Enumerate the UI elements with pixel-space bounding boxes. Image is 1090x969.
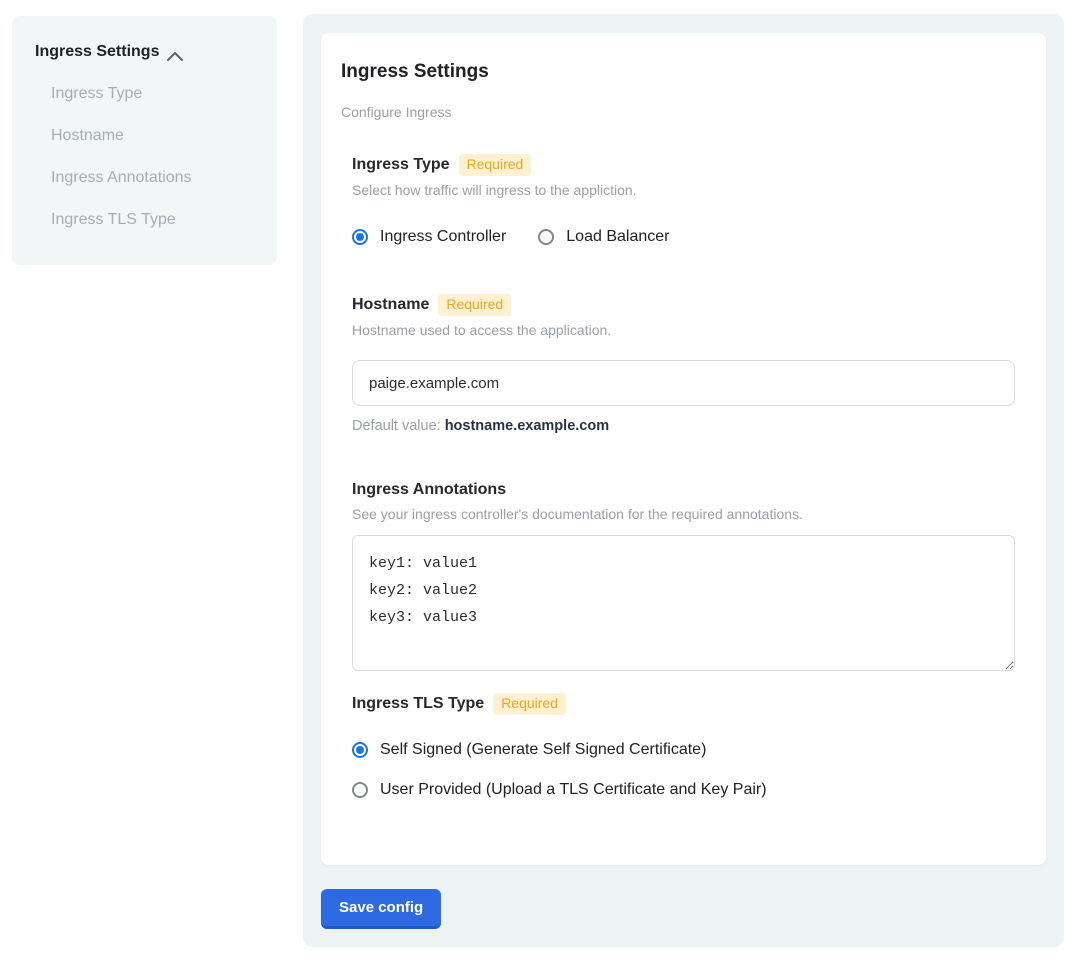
page-subtitle: Configure Ingress: [341, 104, 1016, 120]
section-label: Ingress Type: [352, 155, 450, 175]
radio-user-provided[interactable]: User Provided (Upload a TLS Certificate …: [352, 781, 1016, 799]
ingress-type-radio-group: Ingress Controller Load Balancer: [352, 228, 1016, 246]
form-sections: Ingress Type Required Select how traffic…: [352, 154, 1016, 799]
radio-label: Self Signed (Generate Self Signed Certif…: [380, 741, 706, 759]
required-badge: Required: [493, 693, 566, 715]
default-value-text: hostname.example.com: [445, 418, 609, 434]
default-value-label: Default value:: [352, 418, 441, 434]
page-title: Ingress Settings: [341, 61, 1016, 83]
sidebar-group-label: Ingress Settings: [35, 43, 159, 61]
sidebar-item-ingress-type[interactable]: Ingress Type: [51, 85, 259, 103]
radio-selected-icon[interactable]: [352, 229, 368, 245]
sidebar-item-ingress-tls-type[interactable]: Ingress TLS Type: [51, 211, 259, 229]
section-header-ingress-annotations: Ingress Annotations: [352, 480, 1016, 500]
section-label: Hostname: [352, 295, 429, 315]
annotations-textarea[interactable]: key1: value1 key2: value2 key3: value3: [352, 535, 1015, 671]
radio-load-balancer[interactable]: Load Balancer: [538, 228, 669, 246]
hostname-default-helper: Default value: hostname.example.com: [352, 418, 1016, 434]
save-config-button[interactable]: Save config: [321, 889, 441, 929]
sidebar-list: Ingress Type Hostname Ingress Annotation…: [51, 85, 259, 229]
ingress-settings-card: Ingress Settings Configure Ingress Ingre…: [321, 33, 1046, 865]
section-header-hostname: Hostname Required: [352, 294, 1016, 316]
settings-sidebar: Ingress Settings Ingress Type Hostname I…: [12, 16, 277, 265]
radio-label: User Provided (Upload a TLS Certificate …: [380, 781, 767, 799]
section-description: See your ingress controller's documentat…: [352, 506, 1016, 522]
radio-self-signed[interactable]: Self Signed (Generate Self Signed Certif…: [352, 741, 1016, 759]
radio-selected-icon[interactable]: [352, 742, 368, 758]
sidebar-item-hostname[interactable]: Hostname: [51, 127, 259, 145]
radio-label: Load Balancer: [566, 228, 669, 246]
section-description: Hostname used to access the application.: [352, 322, 1016, 338]
section-description: Select how traffic will ingress to the a…: [352, 182, 1016, 198]
chevron-up-icon: [167, 48, 183, 58]
required-badge: Required: [438, 294, 511, 316]
section-header-ingress-tls-type: Ingress TLS Type Required: [352, 693, 1016, 715]
section-label: Ingress TLS Type: [352, 694, 484, 714]
radio-ingress-controller[interactable]: Ingress Controller: [352, 228, 506, 246]
radio-unselected-icon[interactable]: [538, 229, 554, 245]
section-label: Ingress Annotations: [352, 480, 506, 500]
settings-panel: Ingress Settings Configure Ingress Ingre…: [303, 14, 1064, 947]
radio-label: Ingress Controller: [380, 228, 506, 246]
required-badge: Required: [459, 154, 532, 176]
tls-type-radio-group: Self Signed (Generate Self Signed Certif…: [352, 741, 1016, 799]
hostname-input[interactable]: [352, 360, 1015, 406]
radio-unselected-icon[interactable]: [352, 782, 368, 798]
sidebar-item-ingress-annotations[interactable]: Ingress Annotations: [51, 169, 259, 187]
section-header-ingress-type: Ingress Type Required: [352, 154, 1016, 176]
sidebar-group-ingress-settings[interactable]: Ingress Settings: [35, 43, 259, 61]
